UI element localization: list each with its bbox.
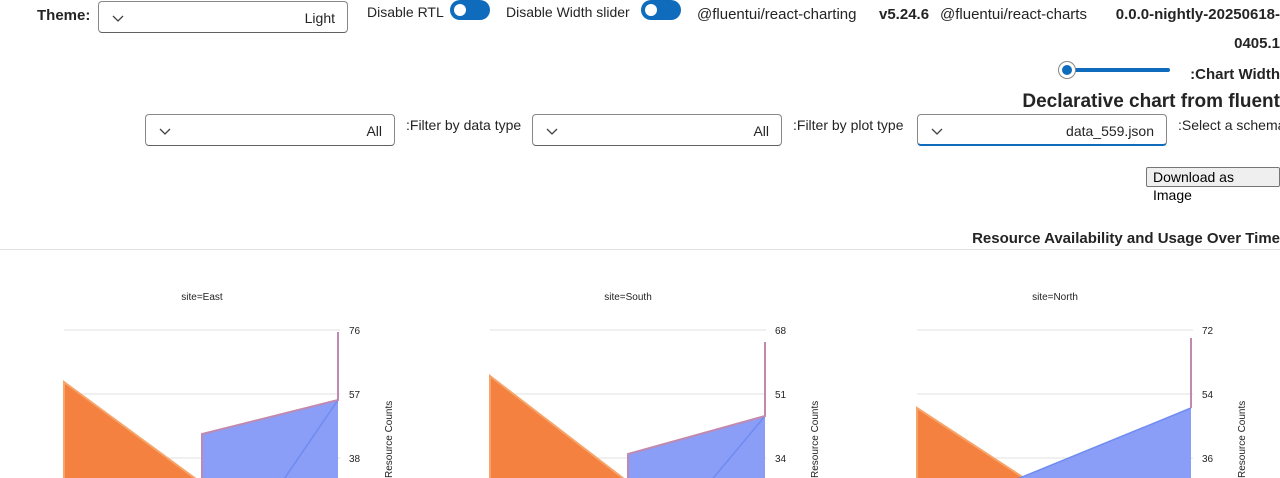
- y-tick: 36: [1202, 454, 1214, 465]
- filter-data-type-value: All: [366, 123, 382, 139]
- panel-east: site=East 76 57 38 Resource Counts: [63, 292, 395, 478]
- y-tick: 34: [775, 454, 787, 465]
- y-axis-label: Resource Counts: [384, 401, 395, 478]
- schema-value: data_559.json: [1066, 123, 1154, 139]
- filter-plot-type-label: :Filter by plot type: [793, 117, 904, 133]
- filter-data-type-dropdown[interactable]: All: [145, 114, 395, 146]
- disable-rtl-toggle[interactable]: [450, 0, 490, 20]
- y-tick: 38: [349, 454, 361, 465]
- chevron-down-icon: [112, 15, 124, 22]
- panel-north: site=North 72 54 36 Resource Counts: [916, 292, 1248, 478]
- y-tick: 57: [349, 390, 361, 401]
- package-charting-version: v5.24.6: [879, 6, 930, 23]
- filter-plot-type-value: All: [753, 123, 769, 139]
- chart-width-slider-track[interactable]: [1068, 68, 1170, 72]
- panel-subtitle: site=South: [604, 292, 652, 303]
- theme-dropdown[interactable]: Light: [98, 1, 348, 33]
- chart-title: Resource Availability and Usage Over Tim…: [972, 230, 1280, 247]
- y-axis-label: Resource Counts: [810, 401, 821, 478]
- y-tick: 51: [775, 390, 787, 401]
- chevron-down-icon: [159, 128, 171, 135]
- package-charts-version: 0.0.0-nightly-20250618-: [1115, 6, 1280, 23]
- disable-rtl-label: Disable RTL: [367, 4, 444, 20]
- y-axis-label: Resource Counts: [1237, 401, 1248, 478]
- y-tick: 76: [349, 326, 361, 337]
- slider-thumb-dot: [1062, 65, 1072, 75]
- filter-data-type-label: :Filter by data type: [406, 117, 522, 133]
- y-tick: 54: [1202, 390, 1214, 401]
- schema-label: :Select a schema: [1178, 117, 1280, 133]
- y-tick: 68: [775, 326, 787, 337]
- chart-width-slider-thumb[interactable]: [1058, 61, 1076, 79]
- page-heading: Declarative chart from fluent: [1022, 91, 1280, 112]
- disable-width-label: Disable Width slider: [506, 4, 630, 20]
- area-orange: [63, 380, 197, 478]
- panel-south: site=South 68 51 34 Resource Counts: [489, 292, 821, 478]
- panel-subtitle: site=East: [181, 292, 223, 303]
- area-blue: [202, 400, 338, 478]
- chart-svg: site=East 76 57 38 Resource Counts site=…: [63, 292, 1248, 478]
- package-charts-version-cont: 0405.1: [1234, 35, 1280, 52]
- y-tick: 72: [1202, 326, 1214, 337]
- chevron-down-icon: [931, 128, 943, 135]
- download-image-button[interactable]: Download as Image: [1146, 167, 1280, 203]
- chart-width-label: :Chart Width: [1190, 66, 1280, 83]
- theme-label: Theme:: [37, 7, 91, 24]
- filter-plot-type-dropdown[interactable]: All: [532, 114, 782, 146]
- toggle-knob: [645, 4, 657, 16]
- package-charts: @fluentui/react-charts: [940, 6, 1087, 23]
- disable-width-toggle[interactable]: [641, 0, 681, 20]
- chevron-down-icon: [546, 128, 558, 135]
- area-orange: [489, 373, 625, 478]
- toggle-knob: [454, 4, 466, 16]
- schema-dropdown[interactable]: data_559.json: [917, 114, 1167, 146]
- area-orange: [916, 406, 1026, 478]
- area-blue: [628, 416, 765, 478]
- theme-value: Light: [304, 10, 335, 26]
- package-charting: @fluentui/react-charting: [697, 6, 857, 23]
- panel-subtitle: site=North: [1032, 292, 1078, 303]
